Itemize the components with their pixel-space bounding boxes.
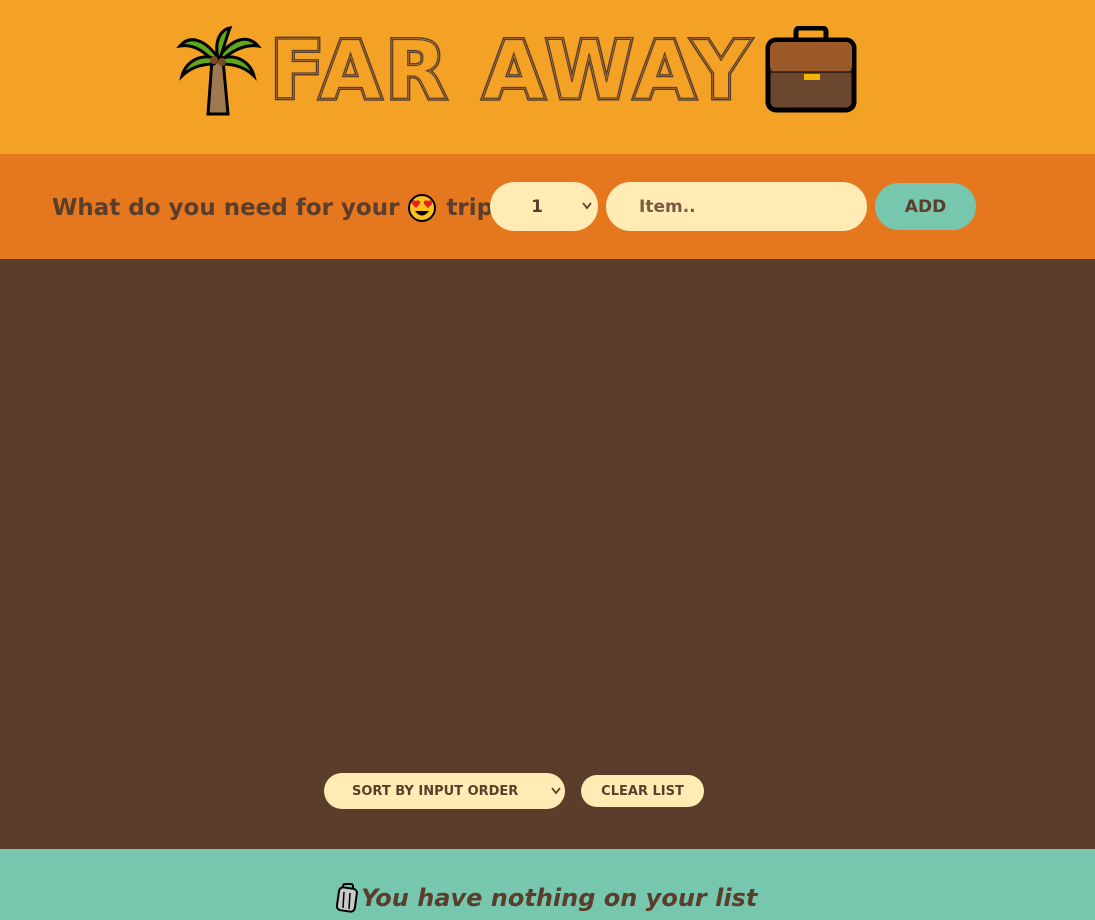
stats-message: You have nothing on your list [361,884,758,912]
form-question-start: What do you need for your [52,195,400,221]
page-title-stroke: FAR AWAY [270,24,754,110]
chevron-down-icon [582,202,592,210]
quantity-select[interactable]: 1 [490,182,598,231]
form-question: What do you need for your trip? [52,190,506,226]
palm-tree-icon [176,25,262,116]
quantity-value: 1 [531,196,543,217]
sort-select-value: SORT BY INPUT ORDER [352,783,519,799]
sort-select[interactable]: SORT BY INPUT ORDER [324,773,565,809]
page-title: FAR AWAY FAR AWAY FAR AWAY [268,22,754,111]
heart-eyes-face-icon [408,194,437,222]
add-button[interactable]: ADD [875,183,976,230]
chevron-down-icon [551,787,561,795]
stats-line: You have nothing on your list [334,880,757,916]
packing-list [0,259,1095,849]
briefcase-icon [765,26,857,113]
item-input[interactable] [606,182,867,231]
luggage-icon [335,883,358,913]
clear-list-button[interactable]: CLEAR LIST [581,775,704,807]
